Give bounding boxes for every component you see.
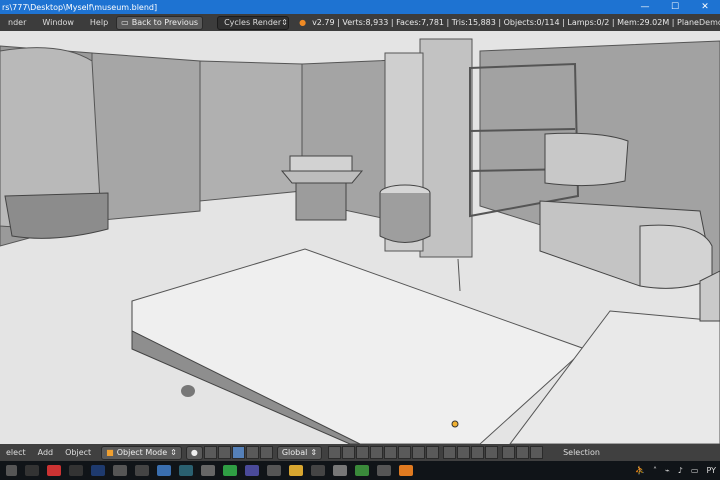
system-tray: ⛹ ˄ ⌁ ♪ ▭ PY	[635, 466, 720, 475]
window-title: rs\777\Desktop\Myself\museum.blend]	[2, 2, 158, 12]
person-icon[interactable]: ⛹	[635, 466, 645, 475]
wall-door	[199, 60, 303, 202]
counter-curve	[639, 224, 713, 289]
maximize-button[interactable]: ☐	[660, 0, 690, 14]
render-engine-value: Cycles Render	[224, 17, 282, 27]
info-header: nder Window Help ▭ Back to Previous Cycl…	[0, 14, 720, 31]
blender-icon[interactable]	[530, 446, 544, 459]
app-icon-11[interactable]	[333, 465, 347, 476]
pedestal-rim	[280, 170, 364, 184]
layer-1[interactable]	[328, 446, 342, 459]
app-icon-9[interactable]	[267, 465, 281, 476]
app-icon-5[interactable]	[157, 465, 171, 476]
translate-icon[interactable]	[231, 446, 245, 459]
app-icon-10[interactable]	[311, 465, 325, 476]
chrome-icon[interactable]	[223, 465, 237, 476]
search-icon[interactable]	[25, 465, 39, 476]
3d-cursor-icon[interactable]	[451, 420, 459, 428]
render-engine-dropdown[interactable]: Cycles Render ⇕	[217, 15, 290, 30]
menu-object[interactable]: Object	[59, 448, 97, 457]
volume-icon[interactable]: ♪	[678, 466, 683, 475]
curved-display	[544, 132, 629, 187]
manipulator-toggle-icon[interactable]	[217, 446, 231, 459]
shading-solid-icon: ●	[190, 447, 198, 457]
back-to-previous-label: Back to Previous	[131, 17, 199, 27]
left-cylinder-base	[4, 192, 109, 239]
mode-dropdown[interactable]: ■ Object Mode ⇕	[101, 445, 182, 460]
layer-4[interactable]	[370, 446, 384, 459]
round-shelf-base	[379, 193, 431, 243]
snap-target-icon[interactable]	[485, 446, 499, 459]
scene-stats: v2.79 | Verts:8,933 | Faces:7,781 | Tris…	[312, 18, 699, 27]
mode-value: Object Mode	[116, 447, 168, 457]
blender-taskbar-icon[interactable]	[399, 465, 413, 476]
window-title-bar: rs\777\Desktop\Myself\museum.blend] — ☐ …	[0, 0, 720, 14]
menu-help[interactable]: Help	[82, 18, 116, 27]
app-icon-4[interactable]	[135, 465, 149, 476]
app-icon-1[interactable]	[47, 465, 61, 476]
dropdown-arrows-icon: ⇕	[281, 17, 288, 27]
layer-2[interactable]	[342, 446, 356, 459]
app-icon-7[interactable]	[201, 465, 215, 476]
menu-window[interactable]: Window	[34, 18, 82, 27]
notification-icon[interactable]: ▭	[691, 466, 699, 475]
menu-add[interactable]: Add	[32, 448, 60, 457]
scale-icon[interactable]	[259, 446, 273, 459]
render-anim-icon[interactable]	[516, 446, 530, 459]
app-icon-12[interactable]	[355, 465, 369, 476]
screen-icon: ▭	[121, 17, 129, 27]
close-button[interactable]: ✕	[690, 0, 720, 14]
snap-icon[interactable]	[471, 446, 485, 459]
table-leg	[181, 385, 195, 397]
back-to-previous-button[interactable]: ▭ Back to Previous	[116, 15, 204, 30]
layer-8[interactable]	[426, 446, 440, 459]
orientation-dropdown[interactable]: Global ⇕	[276, 445, 323, 460]
selection-label: Selection	[563, 448, 600, 457]
start-icon[interactable]	[6, 465, 17, 476]
layer-5[interactable]	[384, 446, 398, 459]
app-icon-2[interactable]	[69, 465, 83, 476]
menu-select[interactable]: elect	[0, 448, 32, 457]
chevron-up-icon[interactable]: ˄	[653, 466, 657, 475]
pedestal-body	[295, 182, 347, 221]
layer-3[interactable]	[356, 446, 370, 459]
pivot-icon[interactable]	[203, 446, 217, 459]
menu-render[interactable]: nder	[0, 18, 34, 27]
render-camera-icon[interactable]	[502, 446, 516, 459]
app-icon-3[interactable]	[113, 465, 127, 476]
app-icon-8[interactable]	[245, 465, 259, 476]
window-controls: — ☐ ✕	[630, 0, 720, 14]
minimize-button[interactable]: —	[630, 0, 660, 14]
network-icon[interactable]: ⌁	[665, 466, 670, 475]
3d-view-header: elect Add Object ■ Object Mode ⇕ ● Globa…	[0, 444, 720, 461]
3d-viewport[interactable]	[0, 31, 720, 444]
dropdown-arrows-icon: ⇕	[170, 447, 177, 457]
scene-render	[0, 31, 720, 444]
shading-dropdown[interactable]: ●	[185, 445, 203, 460]
orientation-value: Global	[281, 447, 308, 457]
object-mode-icon: ■	[106, 447, 114, 457]
app-icon-6[interactable]	[179, 465, 193, 476]
dropdown-arrows-icon: ⇕	[310, 447, 318, 457]
app-icon-13[interactable]	[377, 465, 391, 476]
proportional-edit-icon[interactable]	[457, 446, 471, 459]
rotate-icon[interactable]	[245, 446, 259, 459]
lock-icon[interactable]	[443, 446, 457, 459]
folder-icon[interactable]	[289, 465, 303, 476]
layer-7[interactable]	[412, 446, 426, 459]
language-indicator[interactable]: PY	[706, 466, 716, 475]
demo-mode-label: Demo Mode	[698, 18, 720, 27]
blender-logo-icon: ●	[299, 18, 307, 27]
layer-6[interactable]	[398, 446, 412, 459]
photoshop-icon[interactable]	[91, 465, 105, 476]
taskbar: ⛹ ˄ ⌁ ♪ ▭ PY	[0, 461, 720, 480]
